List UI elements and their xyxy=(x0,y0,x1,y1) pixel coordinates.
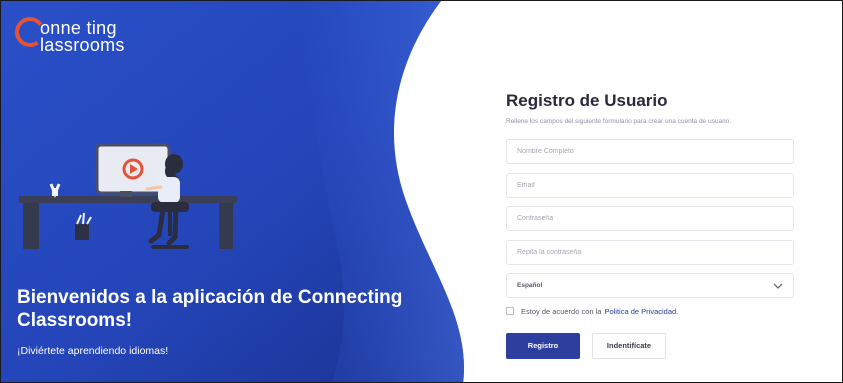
form-description: Rellene los campos del siguiente formula… xyxy=(506,118,732,125)
full-name-field[interactable] xyxy=(506,139,794,164)
terms-text: Estoy de acuerdo con la xyxy=(521,306,602,316)
terms-checkbox[interactable] xyxy=(506,307,514,315)
login-button[interactable]: Indentifícate xyxy=(592,332,666,359)
language-select-value: Español xyxy=(517,282,543,289)
form-title: Registro de Usuario xyxy=(506,91,668,110)
welcome-subtitle: ¡Diviértete aprendiendo idiomas! xyxy=(17,345,169,357)
chevron-down-icon[interactable] xyxy=(773,282,783,290)
password-input[interactable] xyxy=(517,215,793,222)
repeat-password-field[interactable] xyxy=(506,239,794,265)
language-select[interactable]: Español xyxy=(506,273,794,298)
repeat-password-input[interactable] xyxy=(517,248,793,256)
registration-form: Registro de Usuario Rellene los campos d… xyxy=(506,91,796,359)
email-input[interactable] xyxy=(517,181,793,189)
form-actions: Registro Indentifícate xyxy=(506,332,796,359)
privacy-policy-link[interactable]: Politica de Privacidad. xyxy=(604,307,678,316)
brand-logo: onne ting lassrooms xyxy=(12,14,155,59)
email-field[interactable] xyxy=(506,172,794,198)
app-window: onne ting lassrooms Bienvenidos a la apl… xyxy=(0,0,843,383)
password-field[interactable] xyxy=(506,206,794,231)
full-name-input[interactable] xyxy=(517,148,793,155)
terms-row: Estoy de acuerdo con la Politica de Priv… xyxy=(506,307,796,316)
logo-text-line2: lassrooms xyxy=(40,35,125,55)
register-button[interactable]: Registro xyxy=(506,332,580,359)
welcome-heading: Bienvenidos a la aplicación de Connectin… xyxy=(17,287,403,331)
person-at-desk-illustration xyxy=(19,143,237,249)
